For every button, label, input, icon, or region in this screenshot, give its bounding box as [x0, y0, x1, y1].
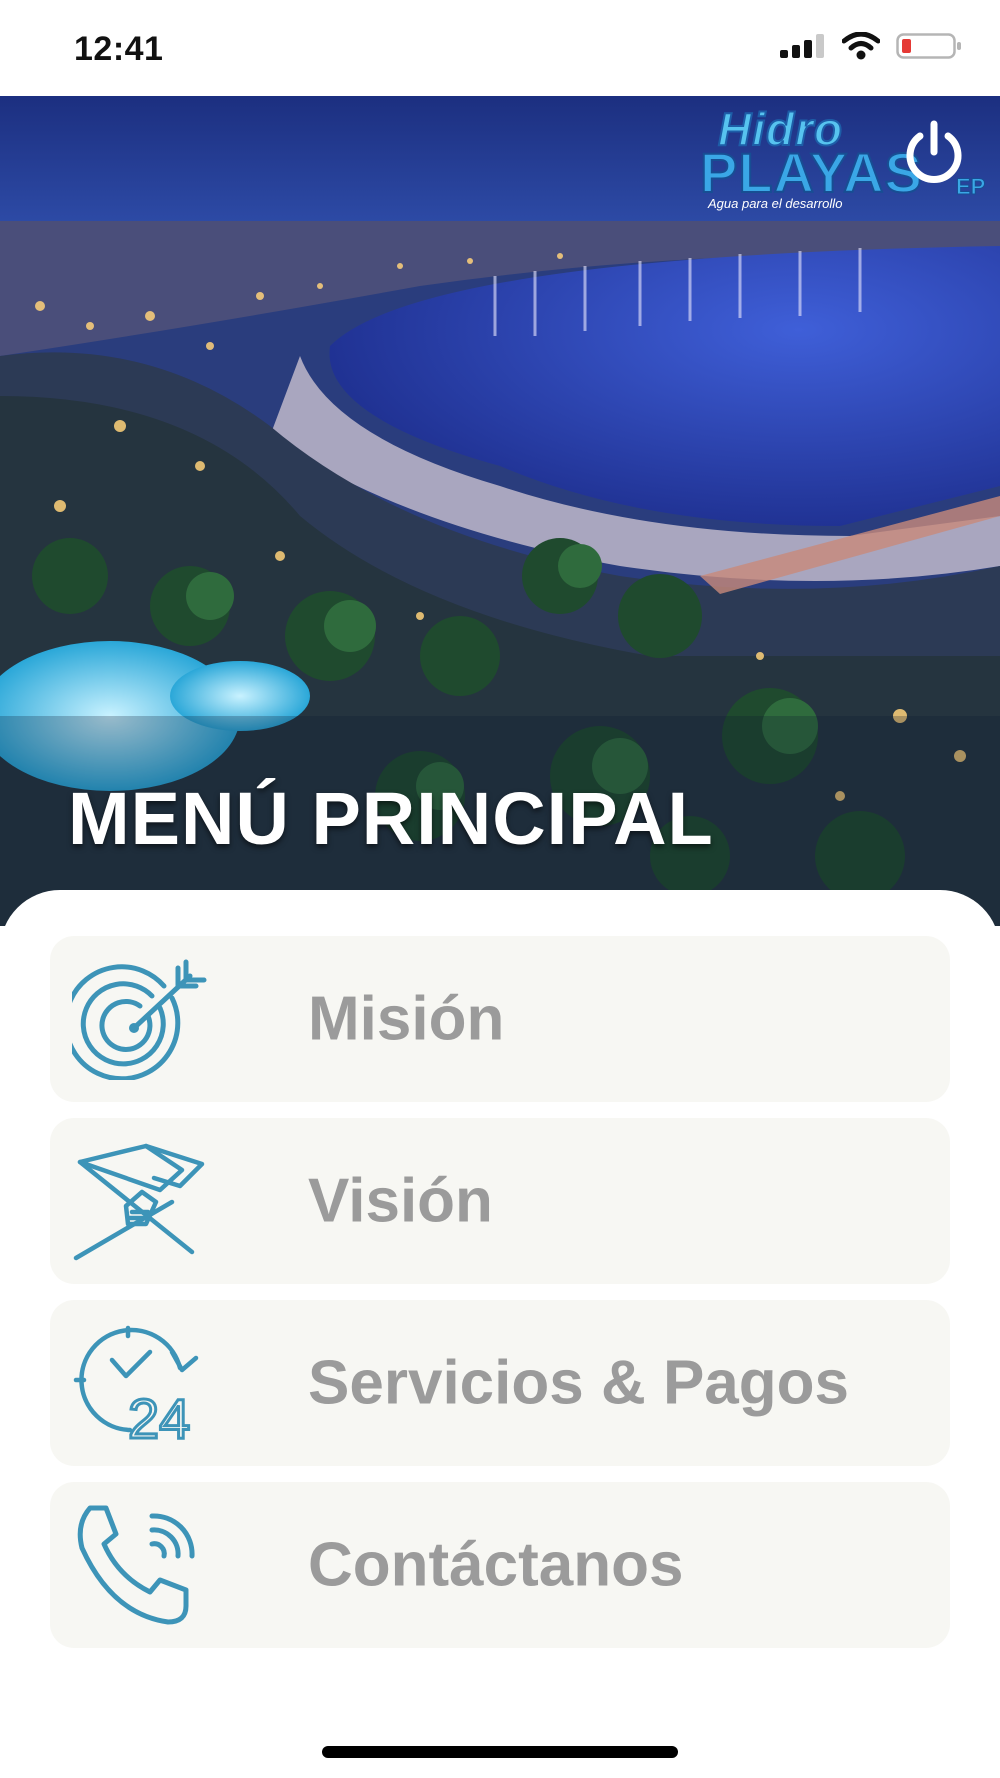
status-bar: 12:41 — [0, 0, 1000, 96]
menu-sheet: Misión Visión 24 Servicios & Pagos Contá… — [0, 890, 1000, 1778]
hero-banner: Hidro PLAYAS EP Agua para el desarrollo … — [0, 96, 1000, 926]
menu-label: Servicios & Pagos — [308, 1348, 850, 1418]
status-time: 12:41 — [74, 30, 164, 68]
svg-text:24: 24 — [128, 1387, 190, 1444]
menu-item-servicios-pagos[interactable]: 24 Servicios & Pagos — [50, 1300, 950, 1466]
page-title: MENÚ PRINCIPAL — [68, 777, 714, 860]
phone-call-icon — [77, 1505, 195, 1625]
battery-low-icon — [896, 33, 961, 59]
menu-label: Misión — [308, 984, 505, 1054]
power-icon[interactable] — [898, 118, 970, 190]
home-indicator[interactable] — [322, 1746, 678, 1758]
wifi-icon — [842, 32, 880, 60]
target-icon — [72, 959, 207, 1080]
clock-24-icon: 24 — [73, 1325, 199, 1444]
logo-tagline: Agua para el desarrollo — [708, 196, 843, 211]
menu-item-contactanos[interactable]: Contáctanos — [50, 1482, 950, 1648]
signal-icon — [780, 34, 824, 58]
menu-label: Visión — [308, 1166, 493, 1236]
menu-item-vision[interactable]: Visión — [50, 1118, 950, 1284]
menu-item-mision[interactable]: Misión — [50, 936, 950, 1102]
flag-hand-icon — [73, 1143, 205, 1261]
menu-label: Contáctanos — [308, 1530, 684, 1600]
status-icons — [780, 32, 962, 60]
